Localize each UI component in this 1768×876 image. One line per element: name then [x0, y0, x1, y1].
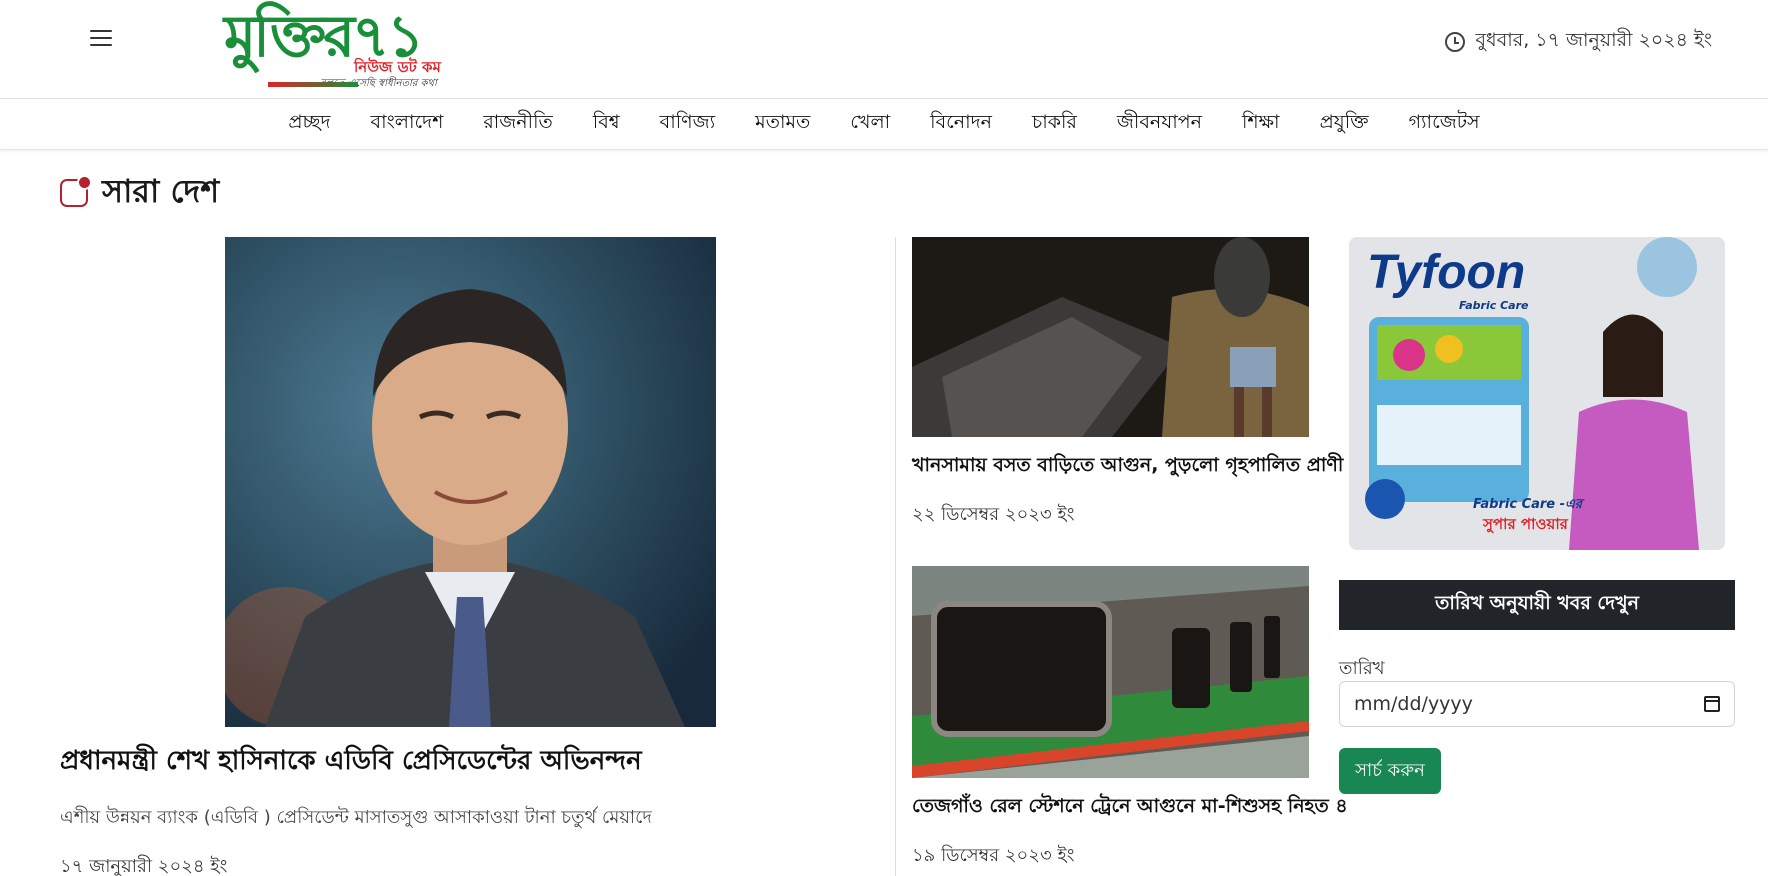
nav-item-entertainment[interactable]: বিনোদন	[910, 108, 1012, 140]
site-logo[interactable]: মুক্তির৭১ নিউজ ডট কম বলতে এসেছি স্বাধীনত…	[224, 4, 464, 90]
advertisement-banner[interactable]: Tyfoon Fabric Care Fabric Care -এর সুপার…	[1349, 237, 1725, 550]
clock-icon	[1445, 32, 1466, 52]
story-date: ২২ ডিসেম্বর ২০২৩ ইং	[912, 504, 1075, 525]
story-title[interactable]: খানসামায় বসত বাড়িতে আগুন, পুড়লো গৃহপা…	[912, 451, 1343, 483]
archive-heading: তারিখ অনুযায়ী খবর দেখুন	[1339, 580, 1735, 630]
logo-underline	[268, 82, 358, 87]
story-image-train[interactable]	[912, 566, 1309, 778]
nav-item-world[interactable]: বিশ্ব	[573, 108, 640, 140]
nav-item-business[interactable]: বাণিজ্য	[640, 108, 736, 140]
train-scene-illustration	[912, 566, 1309, 778]
nav-item-gadgets[interactable]: গ্যাজেটস	[1389, 108, 1500, 140]
search-button[interactable]: সার্চ করুন	[1339, 748, 1441, 794]
section-title: সারা দেশ	[102, 172, 220, 210]
category-icon	[60, 175, 92, 207]
nav-item-lifestyle[interactable]: জীবনযাপন	[1097, 108, 1222, 140]
section-heading: সারা দেশ	[60, 166, 219, 220]
site-header: মুক্তির৭১ নিউজ ডট কম বলতে এসেছি স্বাধীনত…	[0, 0, 1768, 99]
column-divider	[895, 237, 896, 876]
calendar-icon[interactable]	[1704, 696, 1720, 712]
date-field-placeholder: mm/dd/yyyy	[1354, 693, 1473, 715]
story-date: ১৯ ডিসেম্বর ২০২৩ ইং	[912, 845, 1075, 866]
nav-item-opinion[interactable]: মতামত	[735, 108, 830, 140]
current-date: বুধবার, ১৭ জানুয়ারী ২০২৪ ইং	[1445, 26, 1712, 58]
portrait-illustration	[225, 237, 716, 727]
main-nav: প্রচ্ছদ বাংলাদেশ রাজনীতি বিশ্ব বাণিজ্য ম…	[0, 99, 1768, 150]
nav-item-home[interactable]: প্রচ্ছদ	[268, 108, 350, 140]
lead-story-image[interactable]	[225, 237, 716, 727]
story-image-fire[interactable]	[912, 237, 1309, 437]
nav-item-sports[interactable]: খেলা	[830, 108, 910, 140]
story-title[interactable]: তেজগাঁও রেল স্টেশনে ট্রেনে আগুনে মা-শিশু…	[912, 792, 1348, 824]
nav-item-bangladesh[interactable]: বাংলাদেশ	[351, 108, 464, 140]
hamburger-icon[interactable]	[90, 26, 114, 50]
current-date-text: বুধবার, ১৭ জানুয়ারী ২০২৪ ইং	[1475, 29, 1712, 51]
fire-scene-illustration	[912, 237, 1309, 437]
lead-story-title[interactable]: প্রধানমন্ত্রী শেখ হাসিনাকে এডিবি প্রেসিড…	[60, 740, 642, 784]
lead-story-date: ১৭ জানুয়ারী ২০২৪ ইং	[60, 856, 228, 876]
lead-story-excerpt: এশীয় উন্নয়ন ব্যাংক (এডিবি ) প্রেসিডেন্…	[60, 807, 652, 828]
date-field[interactable]: mm/dd/yyyy	[1339, 681, 1735, 727]
ad-brand-name: Tyfoon	[1367, 246, 1526, 299]
nav-item-jobs[interactable]: চাকরি	[1012, 108, 1097, 140]
ad-fabric-care: Fabric Care	[1459, 299, 1529, 312]
nav-item-technology[interactable]: প্রযুক্তি	[1300, 108, 1389, 140]
ad-tagline-2: সুপার পাওয়ার	[1483, 515, 1568, 533]
nav-item-education[interactable]: শিক্ষা	[1222, 108, 1300, 140]
nav-item-politics[interactable]: রাজনীতি	[463, 108, 572, 140]
